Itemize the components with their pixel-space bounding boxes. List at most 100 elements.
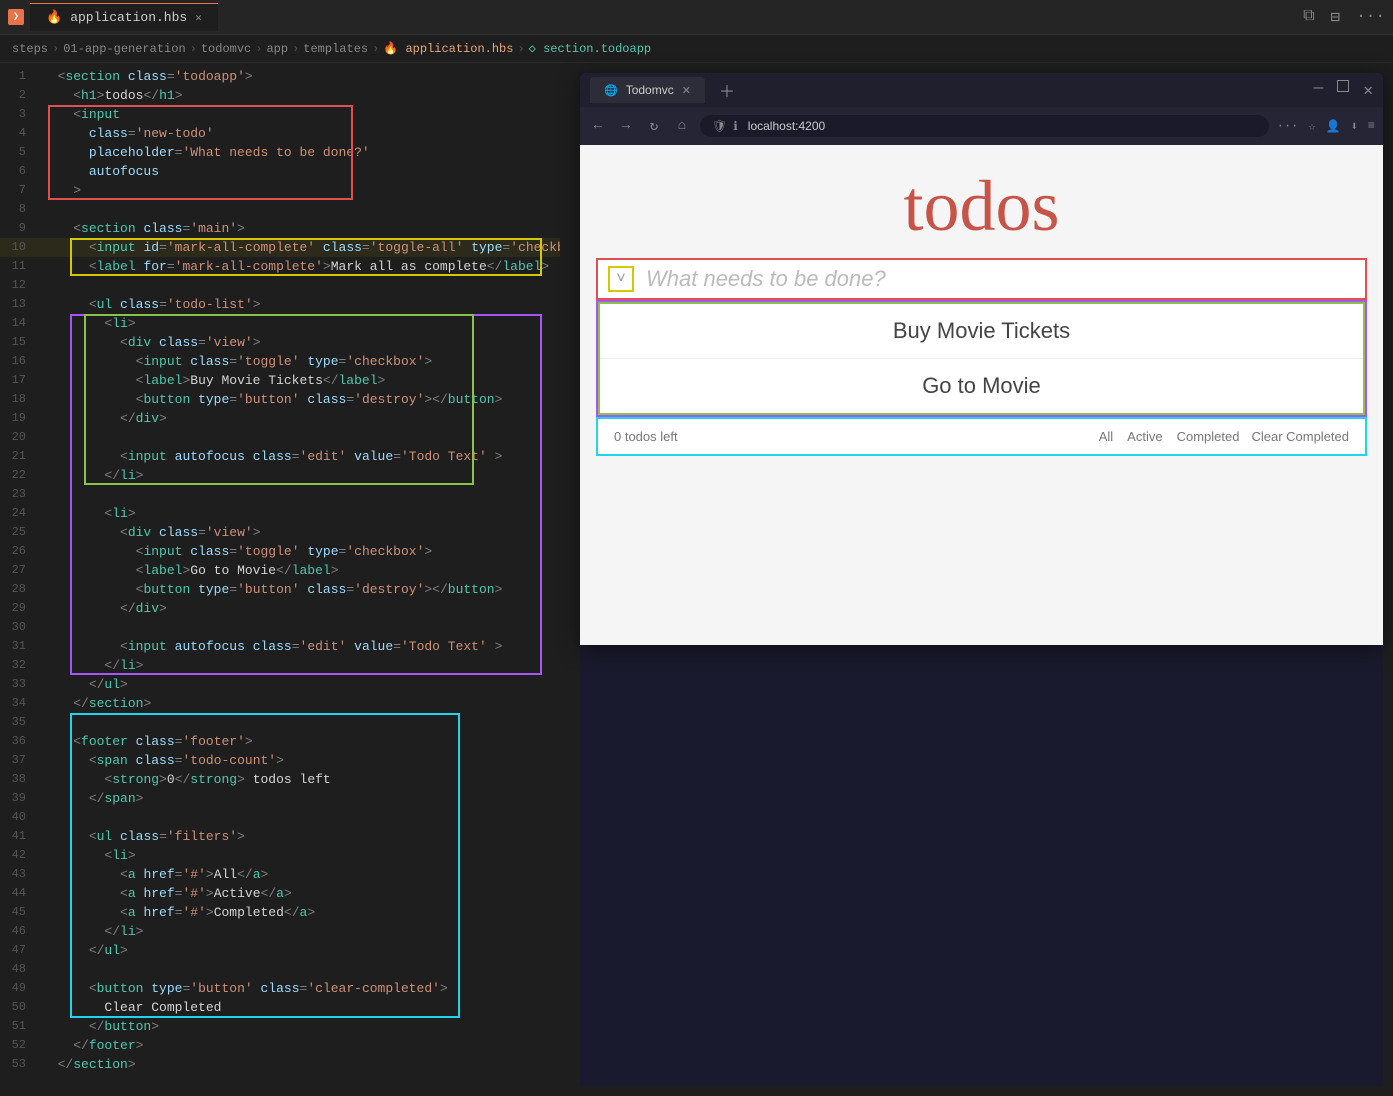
code-line-3: 3 <input — [0, 105, 560, 124]
code-line-46: 46 </li> — [0, 922, 560, 941]
browser-tab-label: Todomvc — [626, 83, 674, 97]
title-bar-left: ❯ 🔥 application.hbs ✕ — [8, 3, 218, 31]
address-bar: ← → ↻ ⌂ 🛡 ℹ localhost:4200 ··· ☆ 👤 ⬇ ≡ — [580, 107, 1383, 145]
sep5: › — [372, 42, 379, 56]
breadcrumb-todomvc[interactable]: todomvc — [201, 42, 251, 56]
browser-tab[interactable]: 🌐 Todomvc ✕ — [590, 77, 705, 103]
filter-completed[interactable]: Completed — [1177, 429, 1240, 444]
forward-button[interactable]: → — [616, 118, 636, 134]
code-line-19: 19 </div> — [0, 409, 560, 428]
browser-window: 🌐 Todomvc ✕ ＋ — ✕ ← → ↻ ⌂ 🛡 ℹ — [580, 73, 1383, 645]
code-line-51: 51 </button> — [0, 1017, 560, 1036]
code-line-50: 50 Clear Completed — [0, 998, 560, 1017]
code-line-1: 1 <section class='todoapp'> — [0, 67, 560, 86]
code-line-7: 7 > — [0, 181, 560, 200]
address-icons: ··· ☆ 👤 ⬇ ≡ — [1277, 119, 1375, 134]
browser-tab-favicon: 🌐 — [604, 84, 618, 97]
code-line-48: 48 — [0, 960, 560, 979]
editor-tab[interactable]: 🔥 application.hbs ✕ — [30, 3, 218, 31]
code-line-2: 2 <h1>todos</h1> — [0, 86, 560, 105]
browser-tab-close[interactable]: ✕ — [682, 84, 691, 97]
maximize-button[interactable] — [1337, 80, 1349, 92]
code-line-33: 33 </ul> — [0, 675, 560, 694]
breadcrumb-app[interactable]: app — [266, 42, 288, 56]
layout-icon[interactable]: ⊟ — [1331, 7, 1341, 27]
breadcrumb-steps[interactable]: steps — [12, 42, 48, 56]
tab-close-icon[interactable]: ✕ — [195, 11, 202, 25]
code-lines: 1 <section class='todoapp'> 2 <h1>todos<… — [0, 63, 560, 1078]
code-line-45: 45 <a href='#'>Completed</a> — [0, 903, 560, 922]
info-icon: ℹ — [733, 119, 738, 133]
main-content: 1 <section class='todoapp'> 2 <h1>todos<… — [0, 63, 1393, 1096]
more-icon[interactable]: ··· — [1356, 7, 1385, 27]
code-line-53: 53 </section> — [0, 1055, 560, 1074]
code-line-4: 4 class='new-todo' — [0, 124, 560, 143]
code-line-26: 26 <input class='toggle' type='checkbox'… — [0, 542, 560, 561]
todo-item-2: Go to Movie — [600, 359, 1363, 413]
sep3: › — [255, 42, 262, 56]
breadcrumb-templates[interactable]: templates — [303, 42, 368, 56]
todo-text-1: Buy Movie Tickets — [616, 318, 1347, 344]
code-line-37: 37 <span class='todo-count'> — [0, 751, 560, 770]
code-line-52: 52 </footer> — [0, 1036, 560, 1055]
address-field[interactable]: 🛡 ℹ localhost:4200 — [700, 115, 1269, 137]
code-line-22: 22 </li> — [0, 466, 560, 485]
todo-text-2: Go to Movie — [616, 373, 1347, 399]
browser-titlebar: 🌐 Todomvc ✕ ＋ — ✕ — [580, 73, 1383, 107]
title-bar: ❯ 🔥 application.hbs ✕ ⧉ ⊟ ··· — [0, 0, 1393, 35]
code-line-17: 17 <label>Buy Movie Tickets</label> — [0, 371, 560, 390]
tab-label: application.hbs — [70, 10, 187, 25]
code-line-31: 31 <input autofocus class='edit' value='… — [0, 637, 560, 656]
footer-count: 0 todos left — [614, 429, 1087, 444]
code-line-27: 27 <label>Go to Movie</label> — [0, 561, 560, 580]
code-line-28: 28 <button type='button' class='destroy'… — [0, 580, 560, 599]
todo-placeholder: What needs to be done? — [646, 266, 1355, 292]
reload-button[interactable]: ↻ — [644, 118, 664, 135]
bookmark-icon[interactable]: ☆ — [1308, 119, 1315, 134]
code-line-47: 47 </ul> — [0, 941, 560, 960]
profile-icon[interactable]: 👤 — [1326, 119, 1341, 134]
breadcrumb-section[interactable]: ◇ section.todoapp — [529, 41, 651, 56]
footer-filters: All Active Completed — [1099, 429, 1240, 444]
code-line-39: 39 </span> — [0, 789, 560, 808]
address-text: localhost:4200 — [748, 119, 825, 133]
filter-all[interactable]: All — [1099, 429, 1113, 444]
code-line-35: 35 — [0, 713, 560, 732]
code-line-44: 44 <a href='#'>Active</a> — [0, 884, 560, 903]
breadcrumb: steps › 01-app-generation › todomvc › ap… — [0, 35, 1393, 63]
sep2: › — [190, 42, 197, 56]
browser-preview: 🌐 Todomvc ✕ ＋ — ✕ ← → ↻ ⌂ 🛡 ℹ — [580, 73, 1383, 1086]
filter-active[interactable]: Active — [1127, 429, 1162, 444]
code-line-40: 40 — [0, 808, 560, 827]
code-line-14: 14 <li> — [0, 314, 560, 333]
code-line-13: 13 <ul class='todo-list'> — [0, 295, 560, 314]
code-line-36: 36 <footer class='footer'> — [0, 732, 560, 751]
code-line-12: 12 — [0, 276, 560, 295]
home-button[interactable]: ⌂ — [672, 118, 692, 134]
code-line-38: 38 <strong>0</strong> todos left — [0, 770, 560, 789]
code-line-42: 42 <li> — [0, 846, 560, 865]
minimize-button[interactable]: — — [1314, 80, 1324, 100]
tab-icon: 🔥 — [46, 10, 62, 25]
back-button[interactable]: ← — [588, 118, 608, 134]
split-editor-icon[interactable]: ⧉ — [1303, 7, 1314, 27]
close-button[interactable]: ✕ — [1363, 80, 1373, 100]
code-line-8: 8 — [0, 200, 560, 219]
code-line-9: 9 <section class='main'> — [0, 219, 560, 238]
browser-window-controls: — ✕ — [1314, 80, 1373, 100]
breadcrumb-file[interactable]: 🔥 application.hbs — [383, 41, 513, 56]
clear-completed[interactable]: Clear Completed — [1251, 429, 1349, 444]
code-line-25: 25 <div class='view'> — [0, 523, 560, 542]
download-icon[interactable]: ⬇ — [1351, 119, 1358, 134]
code-editor: 1 <section class='todoapp'> 2 <h1>todos<… — [0, 63, 560, 1096]
code-line-16: 16 <input class='toggle' type='checkbox'… — [0, 352, 560, 371]
title-bar-controls: ⧉ ⊟ ··· — [1303, 7, 1385, 27]
extensions-icon[interactable]: ··· — [1277, 119, 1299, 134]
more-icon[interactable]: ≡ — [1368, 119, 1375, 134]
breadcrumb-gen[interactable]: 01-app-generation — [63, 42, 185, 56]
todo-app: todos ˅ What needs to be done? — [580, 145, 1383, 645]
code-line-32: 32 </li> — [0, 656, 560, 675]
toggle-all-checkbox[interactable]: ˅ — [608, 266, 634, 292]
new-tab-button[interactable]: ＋ — [713, 78, 741, 102]
code-line-43: 43 <a href='#'>All</a> — [0, 865, 560, 884]
